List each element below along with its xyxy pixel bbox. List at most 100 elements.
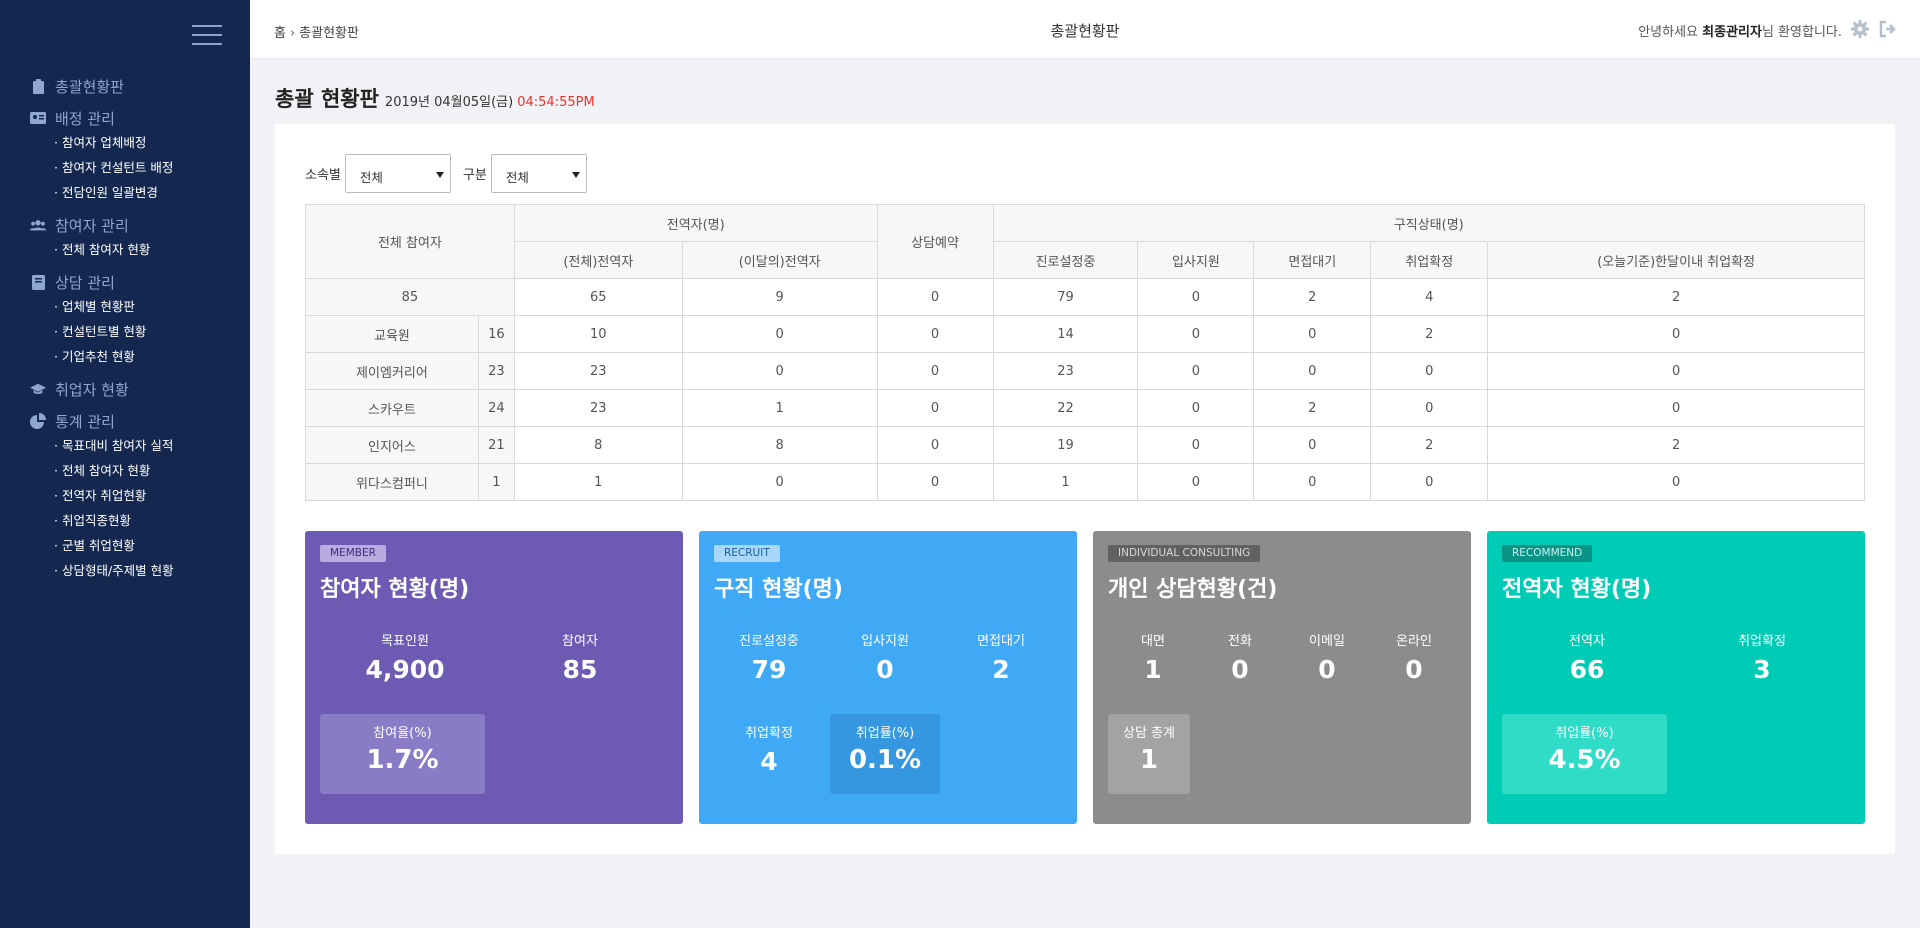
sidebar-group-label: 취업자 현황	[55, 380, 129, 399]
member-card-title: 참여자 현황(명)	[320, 577, 470, 602]
logout-icon[interactable]	[1878, 19, 1898, 39]
table-cell: 0	[1137, 278, 1255, 316]
table-cell: 0	[1137, 426, 1255, 464]
current-time: 04:54:55PM	[517, 95, 595, 110]
sidebar-item[interactable]: · 목표대비 참여자 실적	[54, 433, 245, 458]
sidebar-item[interactable]: · 전체 참여자 현황	[54, 458, 245, 483]
stat-value: 0.1%	[848, 745, 922, 775]
table-cell: 1	[513, 463, 683, 501]
stat-value: 4	[760, 747, 778, 776]
participation-rate-box: 참여율(%) 1.7%	[320, 714, 485, 794]
sidebar-item[interactable]: · 참여자 업체배정	[54, 130, 245, 155]
affiliation-select[interactable]: 전체	[344, 154, 451, 193]
stat-label: 진로설정중	[739, 634, 799, 649]
sidebar-item[interactable]: · 취업직종현황	[54, 508, 245, 533]
sidebar-item[interactable]: · 상담형태/주제별 현황	[54, 558, 245, 583]
sidebar-item[interactable]: · 전역자 취업현황	[54, 483, 245, 508]
gear-icon[interactable]	[1850, 19, 1870, 39]
organization-name-cell: 위다스컴퍼니	[305, 463, 479, 501]
stat-label: 이메일	[1309, 634, 1345, 649]
sidebar-group-header[interactable]: 참여자 관리	[30, 213, 245, 237]
table-cell: 23	[477, 352, 515, 390]
stat-value: 0	[1405, 655, 1423, 684]
table-cell: 0	[1137, 315, 1255, 353]
sidebar-group: 상담 관리 · 업체별 현황판 · 컨설턴트별 현황 · 기업추천 현황	[30, 270, 245, 369]
stat-label: 목표인원	[381, 634, 429, 649]
current-date: 2019년 04월05일(금)	[384, 95, 514, 110]
sidebar-item[interactable]: · 전담인원 일괄변경	[54, 180, 245, 205]
stat-value: 4,900	[365, 655, 445, 684]
stat-value: 0	[1231, 655, 1249, 684]
table-cell: 1	[681, 389, 878, 427]
sidebar-group-header[interactable]: 통계 관리	[30, 409, 245, 433]
header-sub: 진로설정중	[992, 241, 1139, 279]
member-card: MEMBER 참여자 현황(명) 목표인원 4,900 참여자 85 참여율(%) 1…	[305, 531, 683, 824]
recruit-card: RECRUIT 구직 현황(명) 진로설정중 79 입사지원 0 면접대기 2 취업확…	[699, 531, 1077, 824]
table-cell: 0	[1137, 463, 1255, 501]
status-table: 전체 참여자 전역자(명) 상담예약 구직상태(명) (전체)전역자 (이달의)…	[305, 204, 1866, 501]
stat-value: 0	[876, 655, 894, 684]
face-to-face-count: 대면 1	[1108, 630, 1198, 684]
table-cell: 0	[681, 352, 878, 390]
sidebar-item[interactable]: · 군별 취업현황	[54, 533, 245, 558]
sidebar-item[interactable]: · 업체별 현황판	[54, 294, 245, 319]
table-cell: 0	[1370, 389, 1489, 427]
table-cell: 0	[1487, 463, 1865, 501]
header-sub: (오늘기준)한달이내 취업확정	[1487, 241, 1865, 279]
sidebar-group-header[interactable]: 상담 관리	[30, 270, 245, 294]
sidebar-item[interactable]: · 컨설턴트별 현황	[54, 319, 245, 344]
organization-name-cell: 제이엠커리어	[305, 352, 479, 390]
online-count: 온라인 0	[1369, 630, 1459, 684]
welcome-message: 안녕하세요 최종관리자님 환영합니다.	[1638, 21, 1842, 40]
header-discharged: 전역자(명)	[513, 204, 878, 242]
recommend-tag: RECOMMEND	[1502, 545, 1593, 562]
header-sub: 취업확정	[1370, 241, 1489, 279]
sidebar-group-header[interactable]: 총괄현황판	[30, 74, 245, 98]
table-cell: 9	[681, 278, 878, 316]
table-cell: 2	[1487, 426, 1865, 464]
sidebar-submenu: · 참여자 업체배정 · 참여자 컨설턴트 배정 · 전담인원 일괄변경	[30, 130, 245, 205]
table-cell: 1	[992, 463, 1139, 501]
menu-toggle-icon[interactable]	[192, 25, 222, 47]
table-cell: 0	[876, 352, 994, 390]
graduation-cap-icon	[30, 381, 46, 397]
stat-label: 취업확정	[1738, 634, 1786, 649]
table-cell: 0	[876, 315, 994, 353]
recommend-card-title: 전역자 현황(명)	[1502, 577, 1652, 602]
stat-value: 4.5%	[1548, 745, 1621, 775]
sidebar-group-label: 참여자 관리	[55, 216, 129, 235]
table-row: 위다스컴퍼니 1 1 0 0 1 0 0 0 0	[305, 463, 1865, 501]
header-sub: (전체)전역자	[513, 241, 683, 279]
consulting-tag: INDIVIDUAL CONSULTING	[1108, 545, 1261, 562]
header-sub: 면접대기	[1253, 241, 1372, 279]
sidebar-group-header[interactable]: 취업자 현황	[30, 377, 245, 401]
table-cell: 10	[513, 315, 683, 353]
table-cell: 0	[876, 463, 994, 501]
welcome-prefix: 안녕하세요	[1638, 25, 1703, 40]
sidebar-group-label: 통계 관리	[55, 412, 115, 431]
table-cell: 23	[513, 352, 683, 390]
stat-value: 79	[751, 655, 787, 684]
phone-count: 전화 0	[1195, 630, 1285, 684]
stat-label: 전화	[1228, 634, 1252, 649]
sidebar-group-header[interactable]: 배정 관리	[30, 106, 245, 130]
category-select[interactable]: 전체	[490, 154, 587, 193]
welcome-suffix: 님 환영합니다.	[1761, 25, 1842, 40]
table-cell: 0	[1487, 389, 1865, 427]
organization-name-cell: 스카우트	[305, 389, 479, 427]
hired-count: 취업확정 4	[719, 722, 819, 776]
sidebar-item[interactable]: · 전체 참여자 현황	[54, 237, 245, 262]
header-total-participants: 전체 참여자	[305, 204, 515, 279]
stat-value: 2	[992, 655, 1010, 684]
header-sub: (이달의)전역자	[681, 241, 878, 279]
table-cell: 8	[681, 426, 878, 464]
recommend-card: RECOMMEND 전역자 현황(명) 전역자 66 취업확정 3 취업률(%) 4.…	[1487, 531, 1865, 824]
table-cell: 0	[876, 278, 994, 316]
table-cell: 0	[1253, 426, 1372, 464]
interview-count: 면접대기 2	[951, 630, 1051, 684]
sidebar-group-label: 총괄현황판	[55, 77, 125, 96]
sidebar-item[interactable]: · 참여자 컨설턴트 배정	[54, 155, 245, 180]
table-cell: 8	[513, 426, 683, 464]
sidebar-item[interactable]: · 기업추천 현황	[54, 344, 245, 369]
sidebar: 총괄현황판배정 관리 · 참여자 업체배정 · 참여자 컨설턴트 배정 · 전담인원 …	[0, 0, 250, 928]
